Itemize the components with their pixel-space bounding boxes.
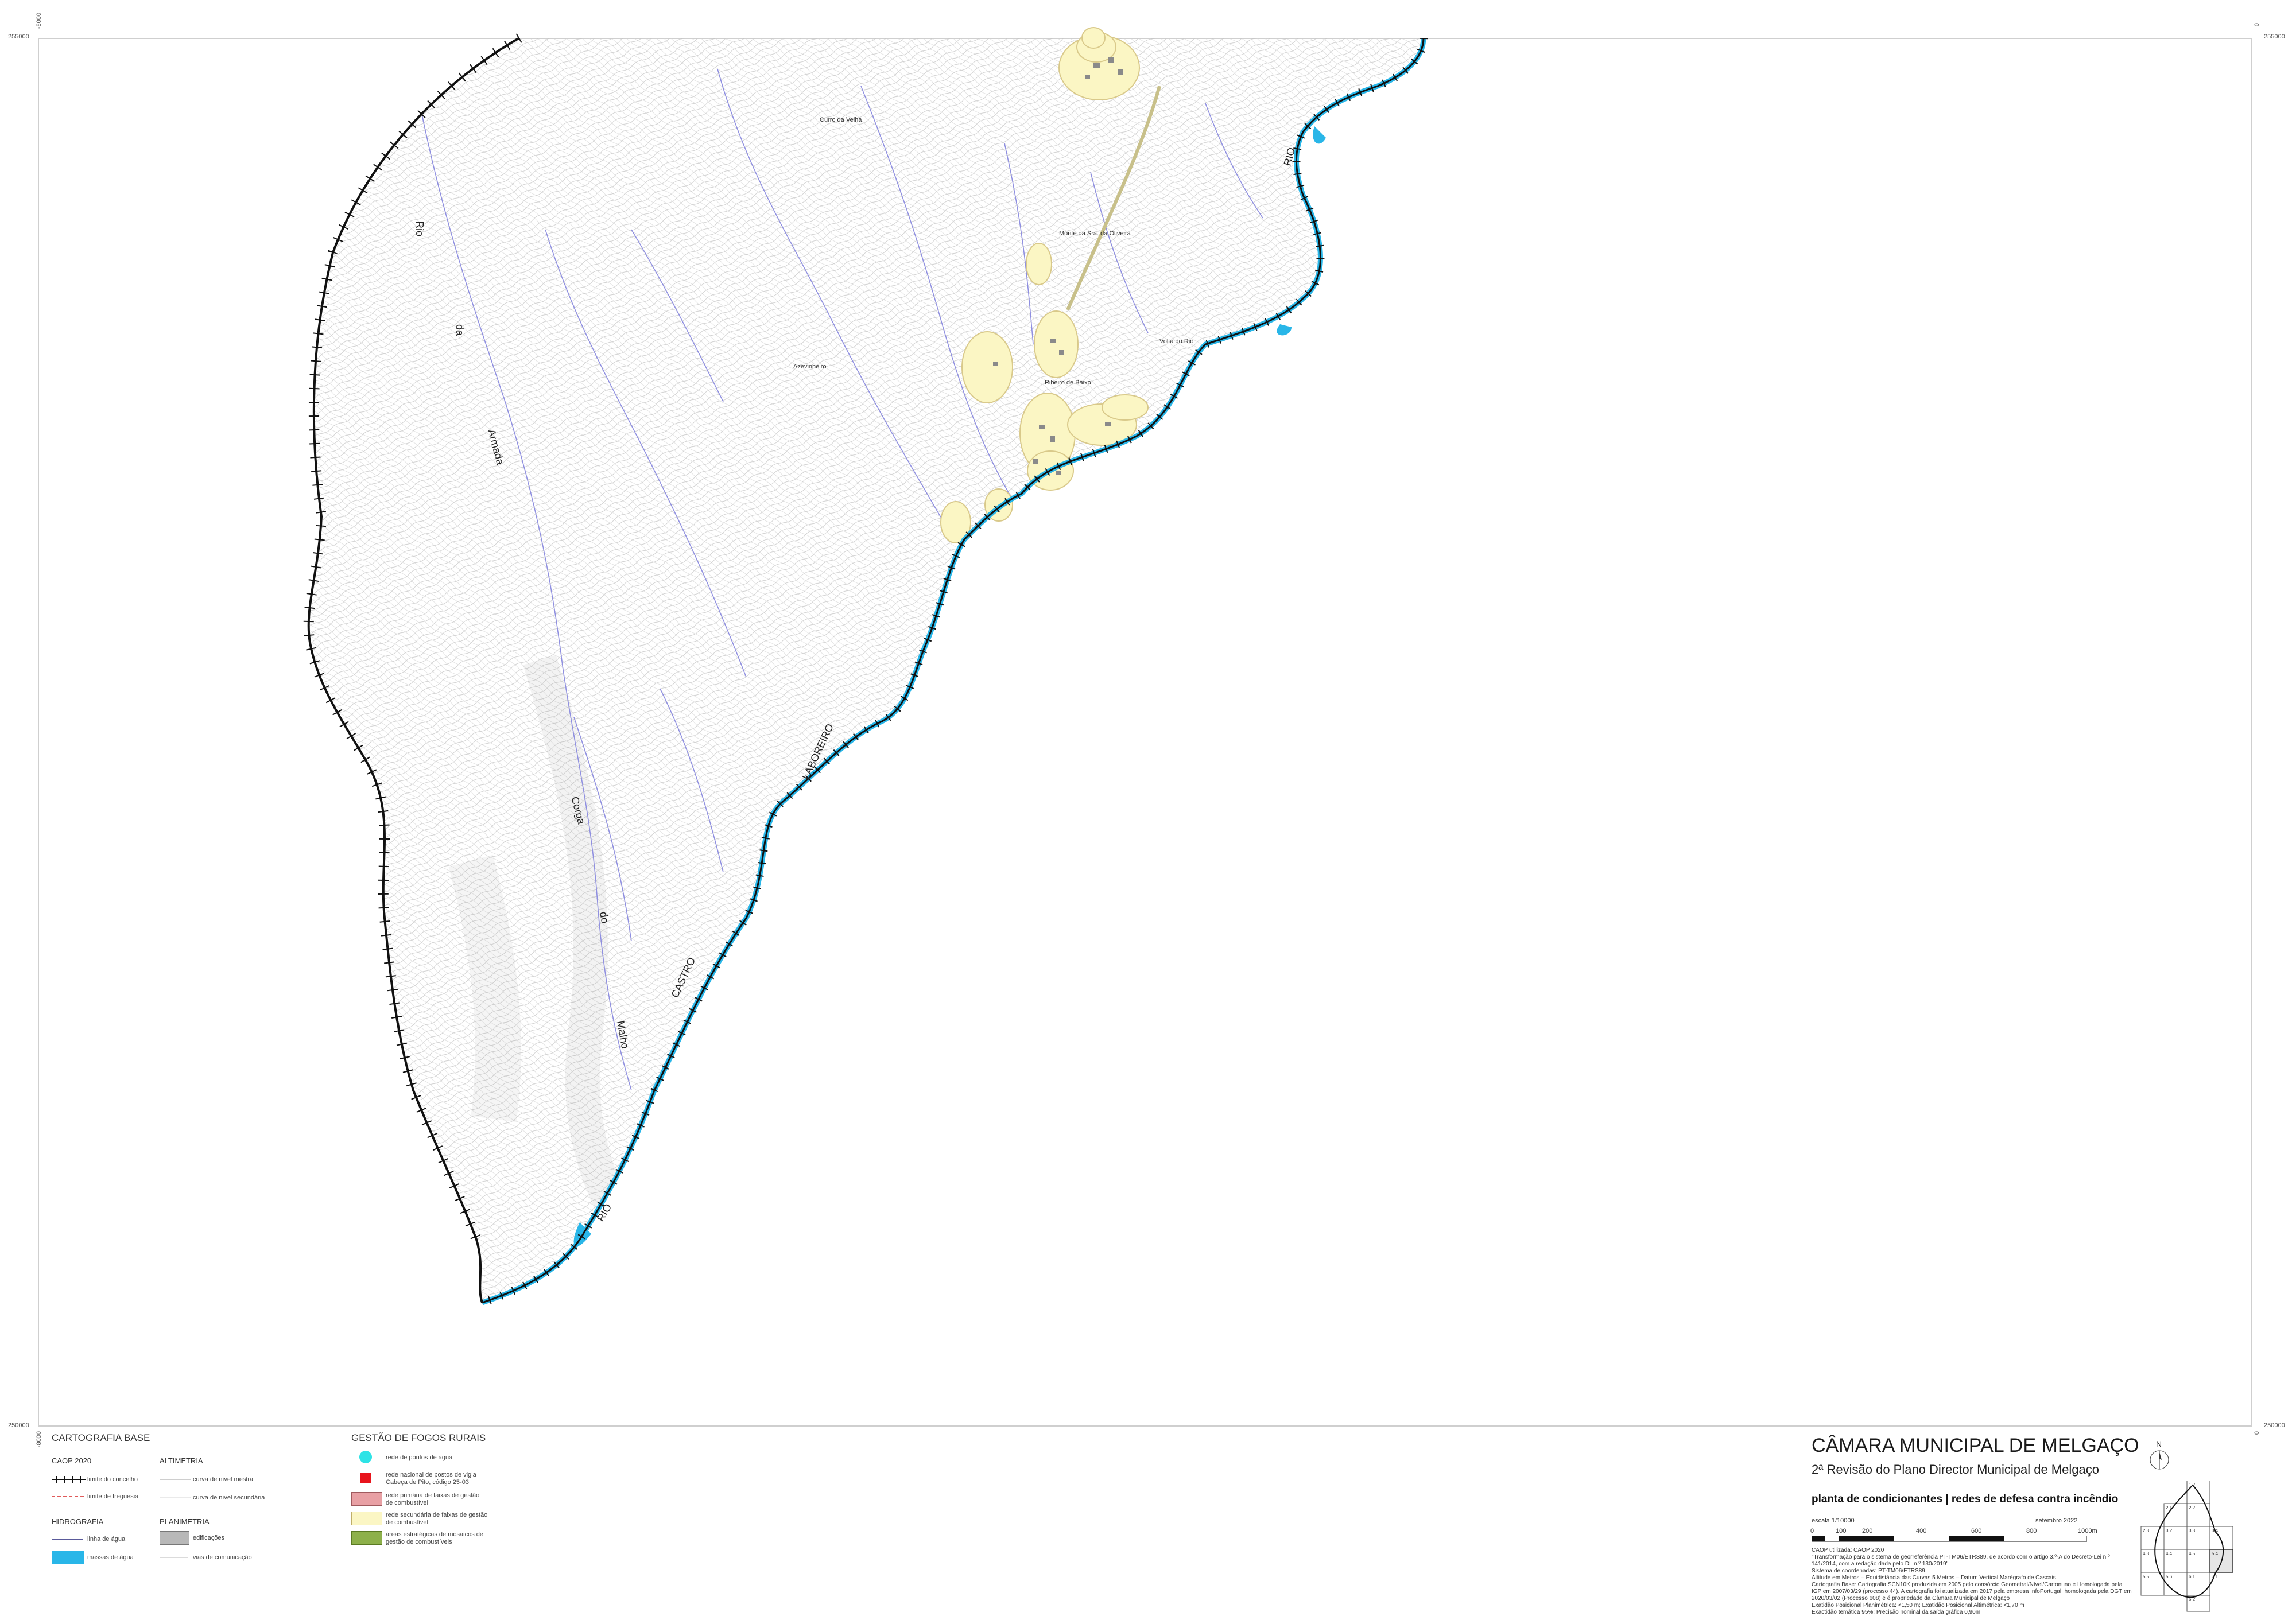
vias-swatch [160,1557,188,1558]
index-3-3: 3.3 [2189,1528,2196,1533]
label-curro-da-velha: Curro da Velha [820,116,862,123]
north-arrow-icon [2150,1450,2169,1470]
scale-tick-600: 600 [1971,1528,1982,1534]
limite-freguesia-swatch [52,1496,86,1497]
index-5-6: 5.6 [2166,1574,2173,1579]
curva-secundaria-swatch [160,1497,191,1498]
legend-curva-mestra: curva de nível mestra [193,1476,254,1483]
index-4-4: 4.4 [2166,1551,2173,1556]
legend-planimetria: PLANIMETRIA [160,1517,210,1526]
index-2-2: 2.2 [2189,1505,2196,1510]
lookout-post-icon [360,1473,371,1483]
legend-massas-agua: massas de água [87,1554,134,1561]
scale-tick-0: 0 [1810,1528,1814,1534]
scale-tick-400: 400 [1916,1528,1927,1534]
scale-tick-200: 200 [1862,1528,1873,1534]
scale-tick-800: 800 [2026,1528,2037,1534]
scale-bar [1812,1536,2087,1542]
legend-gestao-title: GESTÃO DE FOGOS RURAIS [351,1432,486,1443]
index-3-2: 3.2 [2166,1528,2173,1533]
scale-tick-100: 100 [1836,1528,1847,1534]
org-title: CÂMARA MUNICIPAL DE MELGAÇO [1812,1435,2139,1456]
curva-mestra-swatch [160,1479,191,1480]
legend-linha-agua: linha de água [87,1536,126,1543]
index-5-4: 5.4 [2212,1551,2219,1556]
edificacoes-swatch [160,1531,189,1545]
plan-title: planta de condicionantes | redes de defe… [1812,1493,2119,1505]
legend-limite-concelho: limite do concelho [87,1476,138,1483]
water-point-icon [359,1451,372,1463]
index-4-3: 4.3 [2143,1551,2150,1556]
legend-altimetria: ALTIMETRIA [160,1456,203,1465]
rede-primaria-swatch [351,1492,382,1506]
legend-caop: CAOP 2020 [52,1456,92,1465]
scale-label: escala 1/10000 [1812,1517,1855,1524]
legend-pontos-agua: rede de pontos de água [386,1454,453,1461]
legend-curva-secundaria: curva de nível secundária [193,1494,265,1501]
index-5-5: 5.5 [2143,1574,2150,1579]
rede-secundaria-swatch [351,1512,382,1525]
index-6-2: 6.2 [2189,1597,2196,1602]
plan-date: setembro 2022 [2035,1517,2078,1524]
index-2-3: 2.3 [2143,1528,2150,1533]
index-7-1: 7.1 [2212,1574,2219,1579]
legend-hidrografia: HIDROGRAFIA [52,1517,104,1526]
legend-limite-freguesia: limite de freguesia [87,1493,139,1500]
label-monte: Monte da Sra. da Oliveira [1059,230,1131,237]
index-3-4: 3.4 [2212,1528,2219,1533]
limite-concelho-swatch [52,1476,86,1483]
cartography-notes: CAOP utilizada: CAOP 2020 "Transformação… [1812,1547,2132,1615]
index-map: 1.2 2.1 2.2 2.3 3.2 3.3 3.4 4.3 4.4 4.5 … [2140,1481,2233,1612]
legend-cartografia-title: CARTOGRAFIA BASE [52,1432,150,1443]
legend-mosaicos: áreas estratégicas de mosaicos de gestão… [386,1531,483,1545]
index-4-5: 4.5 [2189,1551,2196,1556]
label-ribeiro-de-baixo: Ribeiro de Baixo [1045,379,1091,386]
label-corga-2: do [598,911,611,924]
map-canvas: Curro da Velha Monte da Sra. da Oliveira… [303,27,1428,1307]
plan-subtitle: 2ª Revisão do Plano Director Municipal d… [1812,1462,2099,1477]
legend-rede-primaria: rede primária de faixas de gestão de com… [386,1492,480,1506]
label-rio-armada-1: Rio [414,221,425,236]
terrain [308,38,1424,1303]
label-rio-armada-2: da [454,324,466,336]
index-1-2: 1.2 [2189,1482,2196,1487]
linha-agua-swatch [52,1539,83,1540]
north-label: N [2156,1439,2162,1448]
index-6-1: 6.1 [2189,1574,2196,1579]
label-volta-do-rio: Volta do Rio [1159,338,1193,345]
index-2-1: 2.1 [2166,1505,2173,1510]
legend-vias: vias de comunicação [193,1554,252,1561]
legend-postos-vigia: rede nacional de postos de vigia Cabeça … [386,1471,476,1486]
mosaicos-swatch [351,1531,382,1545]
massas-agua-swatch [52,1551,84,1564]
label-azevinheiro: Azevinheiro [793,363,826,370]
scale-tick-1000: 1000m [2078,1528,2097,1534]
legend-edificacoes: edificações [193,1534,225,1541]
legend-rede-secundaria: rede secundária de faixas de gestão de c… [386,1512,488,1526]
